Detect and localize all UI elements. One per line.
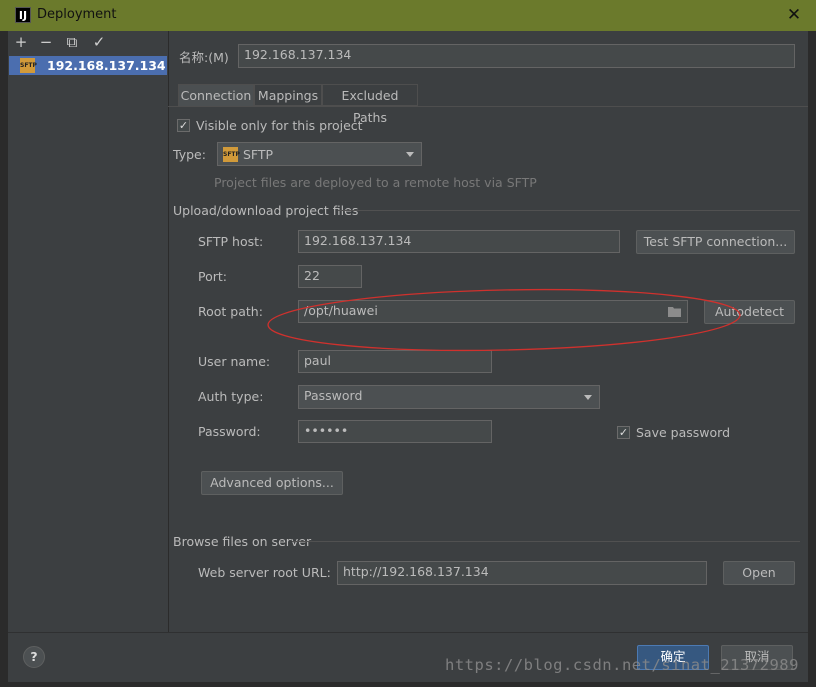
background-bottom-strip: [0, 682, 816, 687]
username-label: User name:: [198, 354, 271, 369]
window-title: Deployment: [37, 7, 117, 22]
intellij-app-icon: IJ: [15, 7, 31, 23]
tab-divider: [168, 106, 808, 107]
set-default-check-icon[interactable]: ✓: [90, 33, 108, 51]
help-button[interactable]: ?: [23, 646, 45, 668]
sftp-host-label: SFTP host:: [198, 234, 264, 249]
visible-only-label: Visible only for this project: [196, 118, 363, 133]
name-label: 名称:(M): [179, 50, 229, 65]
type-label: Type:: [173, 147, 206, 162]
footer-divider: [8, 632, 808, 633]
sftp-host-input[interactable]: 192.168.137.134: [298, 230, 620, 253]
sftp-type-icon: SFTP: [223, 147, 240, 162]
auth-type-dropdown[interactable]: Password: [298, 385, 600, 409]
root-path-label: Root path:: [198, 304, 263, 319]
test-sftp-connection-button[interactable]: Test SFTP connection...: [636, 230, 795, 254]
tab-connection[interactable]: Connection: [178, 84, 254, 106]
visible-only-checkbox[interactable]: ✓: [177, 119, 190, 132]
tab-mappings[interactable]: Mappings: [254, 84, 322, 106]
browse-section-title: Browse files on server: [173, 534, 312, 549]
advanced-options-button[interactable]: Advanced options...: [201, 471, 343, 495]
annotation-ellipse: [267, 288, 741, 352]
server-list-panel: [8, 31, 169, 632]
close-icon[interactable]: ✕: [784, 5, 804, 25]
password-label: Password:: [198, 424, 261, 439]
add-server-icon[interactable]: +: [12, 33, 30, 51]
sftp-server-icon: SFTP: [20, 58, 37, 73]
type-hint: Project files are deployed to a remote h…: [214, 175, 537, 190]
auth-type-label: Auth type:: [198, 389, 264, 404]
name-input[interactable]: 192.168.137.134: [238, 44, 795, 68]
background-right-strip: [808, 31, 816, 687]
server-list-item-label: 192.168.137.134: [47, 58, 166, 73]
title-bar: [0, 0, 816, 31]
save-password-checkbox[interactable]: ✓: [617, 426, 630, 439]
open-button[interactable]: Open: [723, 561, 795, 585]
tab-excluded-paths[interactable]: Excluded Paths: [322, 84, 418, 125]
chevron-down-icon: [406, 152, 414, 157]
remove-server-icon[interactable]: −: [37, 33, 55, 51]
web-root-url-label: Web server root URL:: [198, 565, 331, 580]
port-label: Port:: [198, 269, 227, 284]
copy-server-icon[interactable]: ⧉: [63, 33, 81, 51]
upload-section-divider: [338, 210, 800, 211]
type-value: SFTP: [243, 147, 274, 162]
password-input[interactable]: ••••••: [298, 420, 492, 443]
background-left-strip: [0, 31, 8, 687]
web-root-url-input[interactable]: http://192.168.137.134: [337, 561, 707, 585]
upload-section-title: Upload/download project files: [173, 203, 359, 218]
save-password-label: Save password: [636, 425, 731, 440]
watermark: https://blog.csdn.net/sinat_21372989: [445, 656, 799, 674]
browse-section-divider: [292, 541, 800, 542]
chevron-down-icon: [584, 395, 592, 400]
